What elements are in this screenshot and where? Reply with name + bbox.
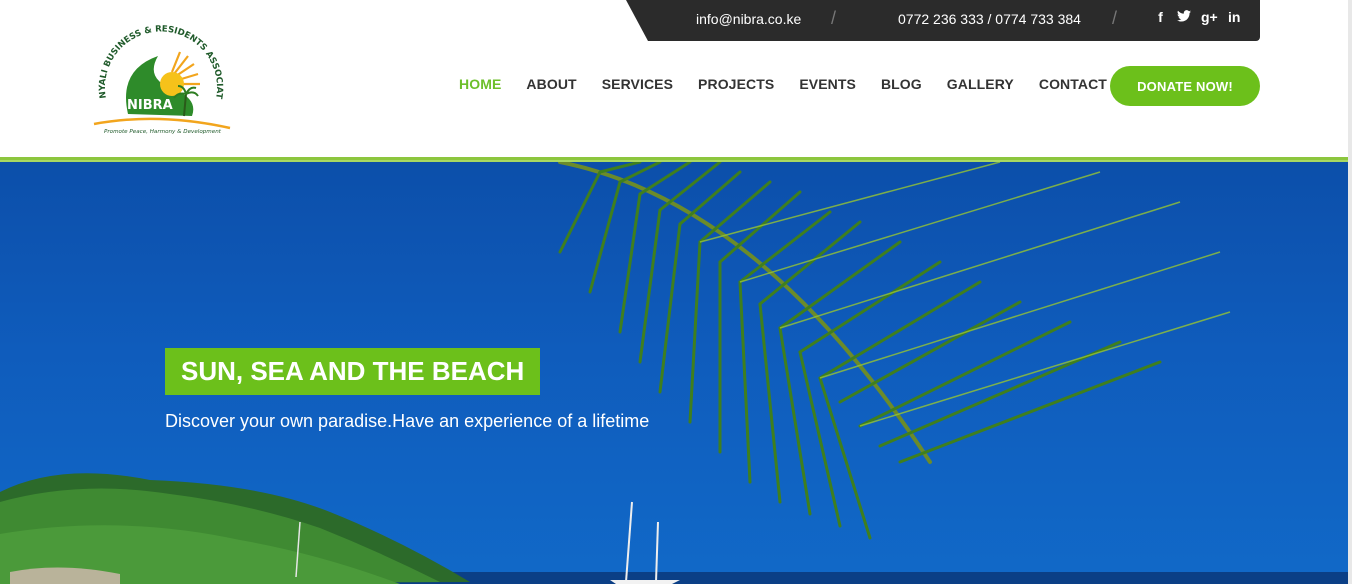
nav-home[interactable]: HOME — [459, 76, 501, 92]
hero-title: SUN, SEA AND THE BEACH — [165, 348, 541, 395]
nav-events[interactable]: EVENTS — [799, 76, 856, 92]
nav-gallery[interactable]: GALLERY — [947, 76, 1014, 92]
google-plus-icon[interactable]: g+ — [1201, 9, 1218, 25]
facebook-icon[interactable]: f — [1154, 9, 1167, 25]
email-link[interactable]: info@nibra.co.ke — [696, 11, 801, 27]
separator: / — [1112, 8, 1118, 28]
twitter-icon[interactable] — [1177, 9, 1191, 25]
scrollbar[interactable] — [1348, 0, 1352, 584]
hero-subtitle: Discover your own paradise.Have an exper… — [165, 411, 650, 431]
hero-slider: SUN, SEA AND THE BEACH Discover your own… — [0, 162, 1352, 584]
separator: / — [831, 8, 837, 28]
phone-number[interactable]: 0772 236 333 / 0774 733 384 — [898, 11, 1081, 27]
logo-tagline: Promote Peace, Harmony & Development — [104, 129, 222, 135]
main-nav: HOME ABOUT SERVICES PROJECTS EVENTS BLOG… — [459, 76, 1156, 92]
nav-services[interactable]: SERVICES — [602, 76, 673, 92]
nav-about[interactable]: ABOUT — [526, 76, 576, 92]
nav-blog[interactable]: BLOG — [881, 76, 922, 92]
page: info@nibra.co.ke / 0772 236 333 / 0774 7… — [0, 0, 1352, 584]
linkedin-icon[interactable]: in — [1228, 9, 1241, 25]
top-info-bar: info@nibra.co.ke / 0772 236 333 / 0774 7… — [626, 0, 1260, 41]
social-links: f g+ in — [1154, 9, 1241, 25]
site-logo[interactable]: NYALI BUSINESS & RESIDENTS ASSOCIATION N… — [84, 13, 238, 140]
nav-projects[interactable]: PROJECTS — [698, 76, 774, 92]
donate-button[interactable]: DONATE NOW! — [1110, 66, 1260, 106]
logo-name: NIBRA — [127, 98, 173, 113]
